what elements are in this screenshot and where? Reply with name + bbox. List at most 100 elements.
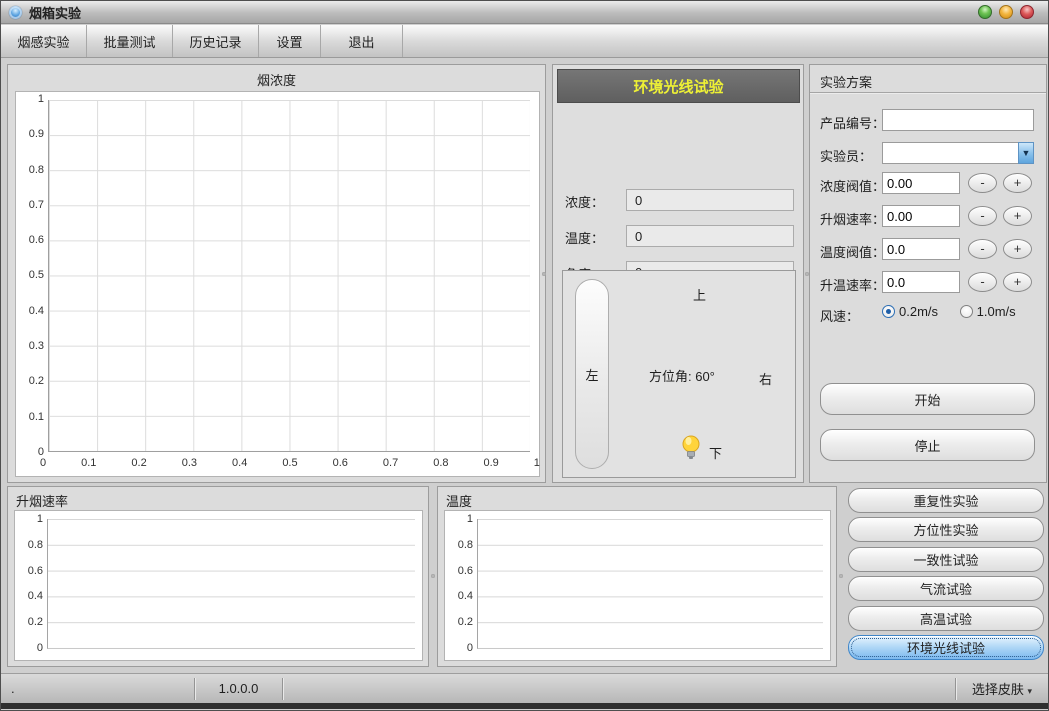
- tester-label: 实验员：: [820, 146, 872, 165]
- axis-tick-label: 0.2: [29, 376, 44, 387]
- temperature-threshold-input[interactable]: [882, 238, 960, 260]
- smoke-rise-rate-chart-title: 升烟速率: [16, 491, 68, 510]
- axis-tick-label: 0.6: [28, 566, 43, 577]
- axis-tick-label: 0.2: [28, 617, 43, 628]
- temp-rise-rate-input[interactable]: [882, 271, 960, 293]
- menu-item-smoke-experiment[interactable]: 烟感实验: [1, 25, 87, 57]
- plan-title-divider: [810, 92, 1046, 93]
- temperature-chart-title: 温度: [446, 491, 472, 510]
- axis-tick-label: 0.2: [131, 458, 146, 472]
- smoke-rise-rate-minus-button[interactable]: -: [968, 206, 997, 226]
- skin-selector-button[interactable]: 选择皮肤 ▾: [956, 679, 1048, 698]
- product-number-input[interactable]: [882, 109, 1034, 131]
- axis-tick-label: 1: [467, 514, 473, 525]
- splitter-grip[interactable]: [542, 272, 546, 276]
- axis-tick-label: 0.3: [182, 458, 197, 472]
- axis-tick-label: 0: [40, 458, 46, 472]
- smoke-rise-rate-plot: [47, 519, 415, 649]
- smoke-rise-rate-plus-button[interactable]: +: [1003, 206, 1032, 226]
- window-minimize-button[interactable]: [978, 5, 992, 19]
- smoke-rise-rate-label: 升烟速率：: [820, 209, 885, 228]
- light-bulb-icon: [681, 435, 701, 461]
- concentration-threshold-plus-button[interactable]: +: [1003, 173, 1032, 193]
- test-button-ambient-light[interactable]: 环境光线试验: [848, 635, 1044, 660]
- axis-tick-label: 0.8: [28, 540, 43, 551]
- smoke-concentration-group: 烟浓度 10.90.80.70.60.50.40.30.20.10 00.10.…: [7, 64, 546, 483]
- product-number-label: 产品编号：: [820, 113, 885, 132]
- wind-speed-option-0-2-label: 0.2m/s: [899, 304, 938, 319]
- left-direction-label: 左: [585, 365, 598, 384]
- splitter-grip[interactable]: [805, 272, 809, 276]
- status-divider: [282, 678, 283, 700]
- axis-tick-label: 0.4: [458, 591, 473, 602]
- caret-down-icon: ▾: [1028, 686, 1033, 696]
- wind-speed-label: 风速：: [820, 306, 859, 325]
- axis-tick-label: 0.6: [29, 235, 44, 246]
- axis-tick-label: 1: [38, 94, 44, 105]
- menu-item-history[interactable]: 历史记录: [173, 25, 259, 57]
- test-button-azimuth[interactable]: 方位性实验: [848, 517, 1044, 542]
- temperature-chart: 10.80.60.40.20: [444, 510, 831, 661]
- concentration-threshold-minus-button[interactable]: -: [968, 173, 997, 193]
- concentration-label: 浓度：: [565, 192, 604, 211]
- axis-tick-label: 1: [534, 458, 540, 472]
- smoke-rise-rate-y-axis: 10.80.60.40.20: [17, 514, 43, 654]
- temperature-value: 0: [626, 225, 794, 247]
- temperature-y-axis: 10.80.60.40.20: [447, 514, 473, 654]
- status-version: 1.0.0.0: [195, 681, 282, 696]
- test-mode-header: 环境光线试验: [557, 69, 800, 103]
- smoke-concentration-plot: [48, 100, 530, 452]
- left-direction-button[interactable]: 左: [575, 279, 609, 469]
- tester-dropdown-button[interactable]: ▼: [1018, 142, 1034, 164]
- smoke-rise-rate-input[interactable]: [882, 205, 960, 227]
- temperature-threshold-minus-button[interactable]: -: [968, 239, 997, 259]
- window-close-button[interactable]: [1020, 5, 1034, 19]
- axis-tick-label: 1: [37, 514, 43, 525]
- temperature-threshold-label: 温度阀值：: [820, 242, 885, 261]
- start-button[interactable]: 开始: [820, 383, 1035, 415]
- tester-select[interactable]: [882, 142, 1018, 164]
- splitter-grip[interactable]: [431, 574, 435, 578]
- axis-tick-label: 0.4: [232, 458, 247, 472]
- axis-tick-label: 0.1: [81, 458, 96, 472]
- monitor-panel: 环境光线试验 浓度： 0 温度： 0 角度： 0 结果： 合格 左 上 方位角:…: [552, 64, 804, 483]
- axis-tick-label: 0.5: [282, 458, 297, 472]
- window-maximize-button[interactable]: [999, 5, 1013, 19]
- axis-tick-label: 0.8: [458, 540, 473, 551]
- smoke-chart-x-axis: 00.10.20.30.40.50.60.70.80.91: [40, 458, 540, 472]
- axis-tick-label: 0: [467, 643, 473, 654]
- temp-rise-rate-label: 升温速率：: [820, 275, 885, 294]
- smoke-concentration-chart: 10.90.80.70.60.50.40.30.20.10 00.10.20.3…: [15, 91, 540, 477]
- menu-item-batch-test[interactable]: 批量测试: [87, 25, 173, 57]
- temperature-threshold-plus-button[interactable]: +: [1003, 239, 1032, 259]
- axis-tick-label: 0.4: [29, 306, 44, 317]
- wind-speed-radio-0-2[interactable]: [882, 305, 895, 318]
- axis-tick-label: 0.9: [484, 458, 499, 472]
- axis-tick-label: 0.8: [29, 165, 44, 176]
- wind-speed-radio-1-0[interactable]: [960, 305, 973, 318]
- test-button-consistency[interactable]: 一致性试验: [848, 547, 1044, 572]
- status-left-text: .: [1, 681, 194, 696]
- azimuth-value: 方位角: 60°: [649, 366, 715, 385]
- status-bar: . 1.0.0.0 选择皮肤 ▾: [1, 673, 1048, 703]
- test-button-airflow[interactable]: 气流试验: [848, 576, 1044, 601]
- concentration-threshold-input[interactable]: [882, 172, 960, 194]
- test-button-repeatability[interactable]: 重复性实验: [848, 488, 1044, 513]
- temp-rise-rate-plus-button[interactable]: +: [1003, 272, 1032, 292]
- axis-tick-label: 0.1: [29, 412, 44, 423]
- concentration-value: 0: [626, 189, 794, 211]
- stop-button[interactable]: 停止: [820, 429, 1035, 461]
- concentration-threshold-label: 浓度阀值：: [820, 176, 885, 195]
- window-bottom-edge: [1, 703, 1048, 709]
- menu-item-exit[interactable]: 退出: [321, 25, 403, 57]
- up-direction-label: 上: [693, 285, 706, 304]
- temperature-plot: [477, 519, 823, 649]
- temp-rise-rate-minus-button[interactable]: -: [968, 272, 997, 292]
- splitter-grip[interactable]: [839, 574, 843, 578]
- menu-item-settings[interactable]: 设置: [259, 25, 321, 57]
- temperature-group: 温度 10.80.60.40.20: [437, 486, 837, 667]
- title-bar[interactable]: 烟箱实验: [1, 1, 1048, 24]
- window-title: 烟箱实验: [29, 3, 81, 22]
- axis-tick-label: 0.4: [28, 591, 43, 602]
- test-button-high-temperature[interactable]: 高温试验: [848, 606, 1044, 631]
